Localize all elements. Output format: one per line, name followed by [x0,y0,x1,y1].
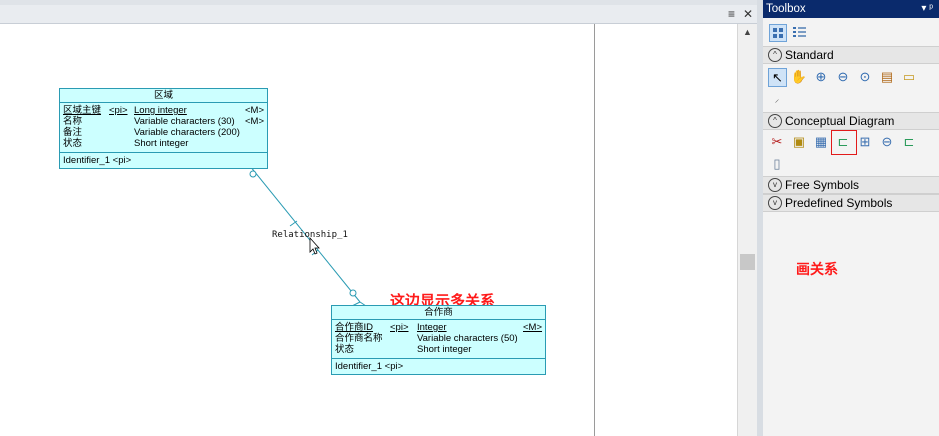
relationship-label[interactable]: Relationship_1 [272,230,348,240]
zoom-out-icon[interactable]: ⊖ [834,68,852,86]
list-icon [793,27,806,37]
attribute-list: 合作商ID <pi> Integer <M> 合作商名称 Variable ch… [332,320,545,359]
toolbox-title: Toolbox [766,3,806,15]
identifier-row: Identifier_1 <pi> [63,155,132,166]
attribute-row: 合作商名称 Variable characters (50) [335,333,518,344]
attribute-list: 区域主键 <pi> Long integer <M> 名称 Variable c… [60,103,267,153]
section-label: Standard [785,48,834,62]
toolbox-view-toolbar [763,18,939,46]
attribute-row: 状态 Short integer [63,138,189,149]
annotation-toolbox: 画关系 [796,262,838,278]
attribute-row: 状态 Short integer [335,344,472,355]
attribute-row: 备注 Variable characters (200) [63,127,240,138]
entity-tool-icon[interactable]: ▦ [812,133,830,151]
mouse-cursor-icon [309,236,320,255]
document-tab-bar: ≡ ✕ [0,5,760,24]
section-standard[interactable]: ^ Standard [763,46,939,64]
identifier-row: Identifier_1 <pi> [335,361,404,372]
zoom-fit-icon[interactable]: ⊙ [856,68,874,86]
section-conceptual-diagram[interactable]: ^ Conceptual Diagram [763,112,939,130]
scroll-thumb[interactable] [740,254,755,270]
inheritance-tool-icon[interactable]: ⊞ [856,133,874,151]
entity-region[interactable]: 区域 区域主键 <pi> Long integer <M> 名称 Variabl… [59,88,268,169]
section-predefined-symbols[interactable]: v Predefined Symbols [763,194,939,212]
attribute-row: 合作商ID <pi> Integer <M> [335,322,543,333]
entity-title: 区域 [60,89,267,103]
icon-view-button[interactable] [769,24,787,42]
association-link-icon[interactable]: ⊏ [900,133,918,151]
pin-icon[interactable]: ▾ ᵖ [921,0,933,18]
package-icon[interactable]: ▭ [900,68,918,86]
entity-partner[interactable]: 合作商 合作商ID <pi> Integer <M> 合作商名称 Variabl… [331,305,546,375]
section-label: Predefined Symbols [785,196,893,210]
highlight-box [831,130,857,155]
conceptual-tools: ✂ ▣ ▦ ⊏ ⊞ ⊖ ⊏ ▯ [763,130,939,176]
association-tool-icon[interactable]: ⊖ [878,133,896,151]
section-free-symbols[interactable]: v Free Symbols [763,176,939,194]
vertical-scrollbar[interactable]: ▲ [737,24,758,436]
domain-icon[interactable]: ▣ [790,133,808,151]
section-label: Free Symbols [785,178,860,192]
section-label: Conceptual Diagram [785,114,895,128]
chevron-down-icon: v [768,196,782,210]
grid-icon [773,28,783,38]
hand-grab-icon[interactable]: ✋ [790,68,808,86]
cut-icon[interactable]: ✂ [768,133,786,151]
attribute-row: 区域主键 <pi> Long integer <M> [63,105,265,116]
entity-title: 合作商 [332,306,545,320]
toolbox-panel: Toolbox ▾ ᵖ ^ Standard ↖ ✋ ⊕ ⊖ ⊙ ▤ ▭ ⸝ ^… [763,0,939,436]
list-view-button[interactable] [791,24,807,40]
chevron-up-icon: ^ [768,114,782,128]
chevron-down-icon: v [768,178,782,192]
properties-icon[interactable]: ▤ [878,68,896,86]
attribute-row: 名称 Variable characters (30) <M> [63,116,265,127]
close-document-icon[interactable]: ✕ [743,7,753,21]
toolbox-title-bar: Toolbox ▾ ᵖ [763,0,939,18]
chevron-up-icon: ^ [768,48,782,62]
window-menu-icon[interactable]: ≡ [728,7,735,21]
zoom-in-icon[interactable]: ⊕ [812,68,830,86]
link-tool-icon[interactable]: ⸝ [768,90,786,108]
file-icon[interactable]: ▯ [768,155,786,173]
scroll-up-icon[interactable]: ▲ [743,27,752,37]
standard-tools: ↖ ✋ ⊕ ⊖ ⊙ ▤ ▭ ⸝ [763,64,939,112]
pointer-tool-icon[interactable]: ↖ [768,68,787,87]
